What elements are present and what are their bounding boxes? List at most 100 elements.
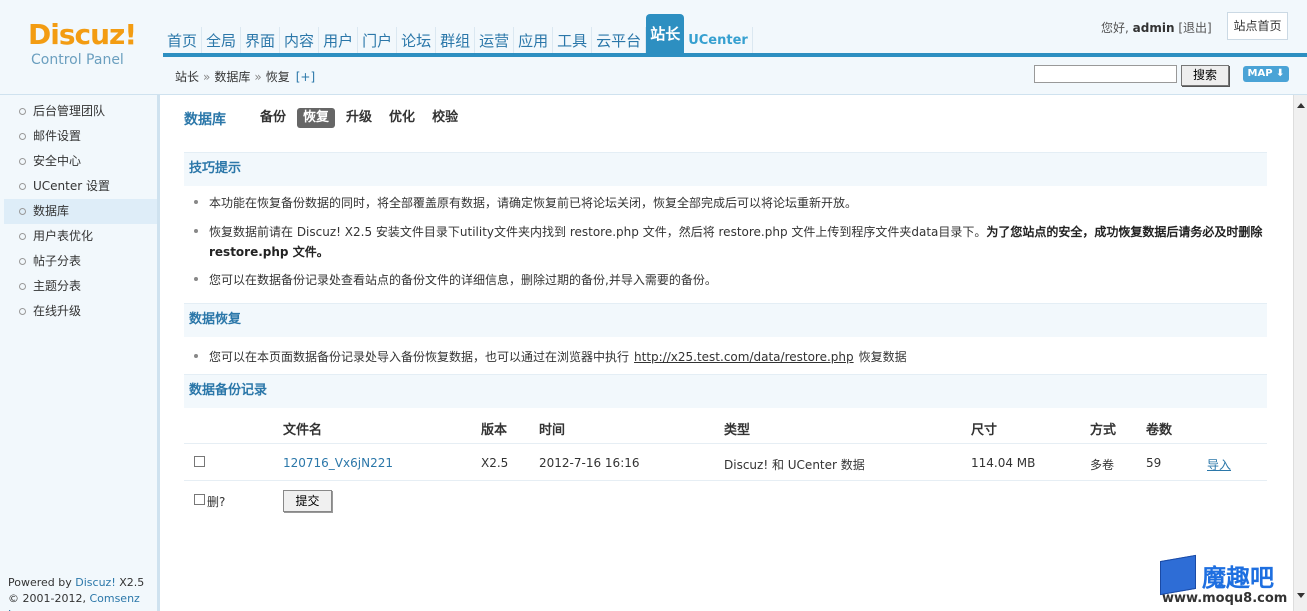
tips-section-title: 技巧提示 <box>184 152 1267 186</box>
nav-home[interactable]: 首页 <box>163 27 203 55</box>
import-link[interactable]: 导入 <box>1207 456 1231 473</box>
scroll-up-icon[interactable] <box>1297 103 1305 108</box>
username: admin <box>1132 21 1175 35</box>
footer-discuz-link[interactable]: Discuz! <box>75 576 115 589</box>
page-title: 数据库 <box>184 112 226 128</box>
cell-size: 114.04 MB <box>971 456 1036 470</box>
delete-checkbox[interactable] <box>194 494 205 505</box>
tip-text: 您可以在数据备份记录处查看站点的备份文件的详细信息，删除过期的备份,并导入需要的… <box>209 273 717 287</box>
nav-style[interactable]: 界面 <box>241 27 281 55</box>
logo-brand: Discuz! <box>28 18 137 51</box>
bullet-icon <box>19 158 26 165</box>
restore-url-link[interactable]: http://x25.test.com/data/restore.php <box>634 350 854 364</box>
footer-copyright: © 2001-2012, <box>8 592 86 605</box>
sidebar-item-label: 用户表优化 <box>33 229 94 243</box>
nav-tools[interactable]: 工具 <box>553 27 593 55</box>
tab-upgrade[interactable]: 升级 <box>340 108 378 128</box>
top-nav: 首页 全局 界面 内容 用户 门户 论坛 群组 运营 应用 工具 云平台 站长 … <box>163 14 753 55</box>
tip-text: 恢复数据前请在 Discuz! X2.5 安装文件目录下utility文件夹内找… <box>209 225 987 239</box>
filename-link[interactable]: 120716_Vx6jN221 <box>283 456 393 470</box>
nav-group[interactable]: 群组 <box>436 27 476 55</box>
bullet-icon <box>194 200 198 204</box>
bullet-icon <box>194 354 198 358</box>
header-filename: 文件名 <box>283 423 323 438</box>
submit-button[interactable]: 提交 <box>283 490 332 512</box>
header-version: 版本 <box>481 423 508 438</box>
bullet-icon <box>19 183 26 190</box>
sidebar-item-label: 数据库 <box>33 204 70 218</box>
bullet-icon <box>19 208 26 215</box>
bullet-icon <box>19 308 26 315</box>
site-home-button[interactable]: 站点首页 <box>1227 12 1288 40</box>
sidebar-item-label: 邮件设置 <box>33 129 82 143</box>
nav-founder[interactable]: 站长 <box>646 14 685 55</box>
breadcrumb-item-restore: 恢复 <box>265 70 290 84</box>
bullet-icon <box>19 133 26 140</box>
sidebar-footer: Powered by Discuz! X2.5 © 2001-2012, Com… <box>8 575 157 611</box>
nav-ucenter[interactable]: UCenter <box>684 27 753 55</box>
watermark: 魔趣吧 www.moqu8.com <box>1158 554 1298 608</box>
records-section-title: 数据备份记录 <box>184 374 1267 408</box>
nav-cloud[interactable]: 云平台 <box>592 27 647 55</box>
sidebar-item-mail-settings[interactable]: 邮件设置 <box>4 124 157 149</box>
restore-tip-text: 您可以在本页面数据备份记录处导入备份恢复数据，也可以通过在浏览器中执行 <box>209 350 630 364</box>
nav-underline <box>163 53 1307 57</box>
bullet-icon <box>19 283 26 290</box>
nav-operation[interactable]: 运营 <box>475 27 515 55</box>
logout-link[interactable]: [退出] <box>1178 21 1211 35</box>
cell-version: X2.5 <box>481 456 509 470</box>
header-time: 时间 <box>539 423 566 438</box>
map-button[interactable]: MAP ⬇ <box>1243 66 1289 82</box>
nav-forum[interactable]: 论坛 <box>397 27 437 55</box>
footer-version: X2.5 <box>119 576 145 589</box>
bullet-icon <box>194 277 198 281</box>
nav-portal[interactable]: 门户 <box>358 27 398 55</box>
nav-content[interactable]: 内容 <box>280 27 320 55</box>
search-button[interactable]: 搜索 <box>1181 65 1229 86</box>
logo[interactable]: Discuz! Control Panel <box>6 8 156 88</box>
sidebar-item-security-center[interactable]: 安全中心 <box>4 149 157 174</box>
sidebar-item-label: 在线升级 <box>33 304 82 318</box>
header: Discuz! Control Panel 首页 全局 界面 内容 用户 门户 … <box>0 0 1307 95</box>
delete-label: 删? <box>207 495 226 509</box>
sidebar-item-label: 安全中心 <box>33 154 82 168</box>
breadcrumb-item-database[interactable]: 数据库 <box>214 70 250 84</box>
watermark-text: 魔趣吧 <box>1202 564 1274 592</box>
tab-verify[interactable]: 校验 <box>426 108 464 128</box>
header-volumes: 卷数 <box>1146 423 1173 438</box>
row-checkbox[interactable] <box>194 456 205 467</box>
scrollbar[interactable] <box>1293 95 1307 611</box>
add-shortcut-button[interactable]: [+] <box>296 70 315 84</box>
sidebar-item-label: 后台管理团队 <box>33 104 106 118</box>
nav-user[interactable]: 用户 <box>319 27 359 55</box>
restore-tip: 您可以在本页面数据备份记录处导入备份恢复数据，也可以通过在浏览器中执行 http:… <box>194 347 1264 367</box>
sidebar-item-label: 帖子分表 <box>33 254 82 268</box>
user-info: 您好, admin [退出] <box>1101 19 1212 36</box>
sidebar-item-online-upgrade[interactable]: 在线升级 <box>4 299 157 324</box>
sidebar-item-admin-team[interactable]: 后台管理团队 <box>4 99 157 124</box>
cell-volumes: 59 <box>1146 456 1162 470</box>
sidebar-item-user-table-optimize[interactable]: 用户表优化 <box>4 224 157 249</box>
search-input[interactable] <box>1034 65 1177 83</box>
header-type: 类型 <box>724 423 751 438</box>
cube-logo-icon <box>1160 554 1196 596</box>
scroll-down-icon[interactable] <box>1297 593 1305 598</box>
cell-type: Discuz! 和 UCenter 数据 <box>724 458 865 472</box>
sidebar-item-post-split[interactable]: 帖子分表 <box>4 249 157 274</box>
sidebar: 后台管理团队 邮件设置 安全中心 UCenter 设置 数据库 用户表优化 帖子… <box>0 95 160 611</box>
nav-global[interactable]: 全局 <box>202 27 242 55</box>
bullet-icon <box>19 108 26 115</box>
sidebar-item-ucenter-settings[interactable]: UCenter 设置 <box>4 174 157 199</box>
sidebar-item-thread-split[interactable]: 主题分表 <box>4 274 157 299</box>
greeting: 您好, <box>1101 21 1129 35</box>
breadcrumb-separator: » <box>254 70 262 84</box>
tab-restore[interactable]: 恢复 <box>297 108 336 128</box>
breadcrumb-item-founder[interactable]: 站长 <box>175 70 199 84</box>
tab-backup[interactable]: 备份 <box>254 108 292 128</box>
sidebar-item-label: 主题分表 <box>33 279 82 293</box>
nav-plugin[interactable]: 应用 <box>514 27 554 55</box>
tab-optimize[interactable]: 优化 <box>383 108 421 128</box>
tip-item: 您可以在数据备份记录处查看站点的备份文件的详细信息，删除过期的备份,并导入需要的… <box>194 270 1264 290</box>
watermark-url: www.moqu8.com <box>1162 591 1288 606</box>
sidebar-item-database[interactable]: 数据库 <box>4 199 157 224</box>
